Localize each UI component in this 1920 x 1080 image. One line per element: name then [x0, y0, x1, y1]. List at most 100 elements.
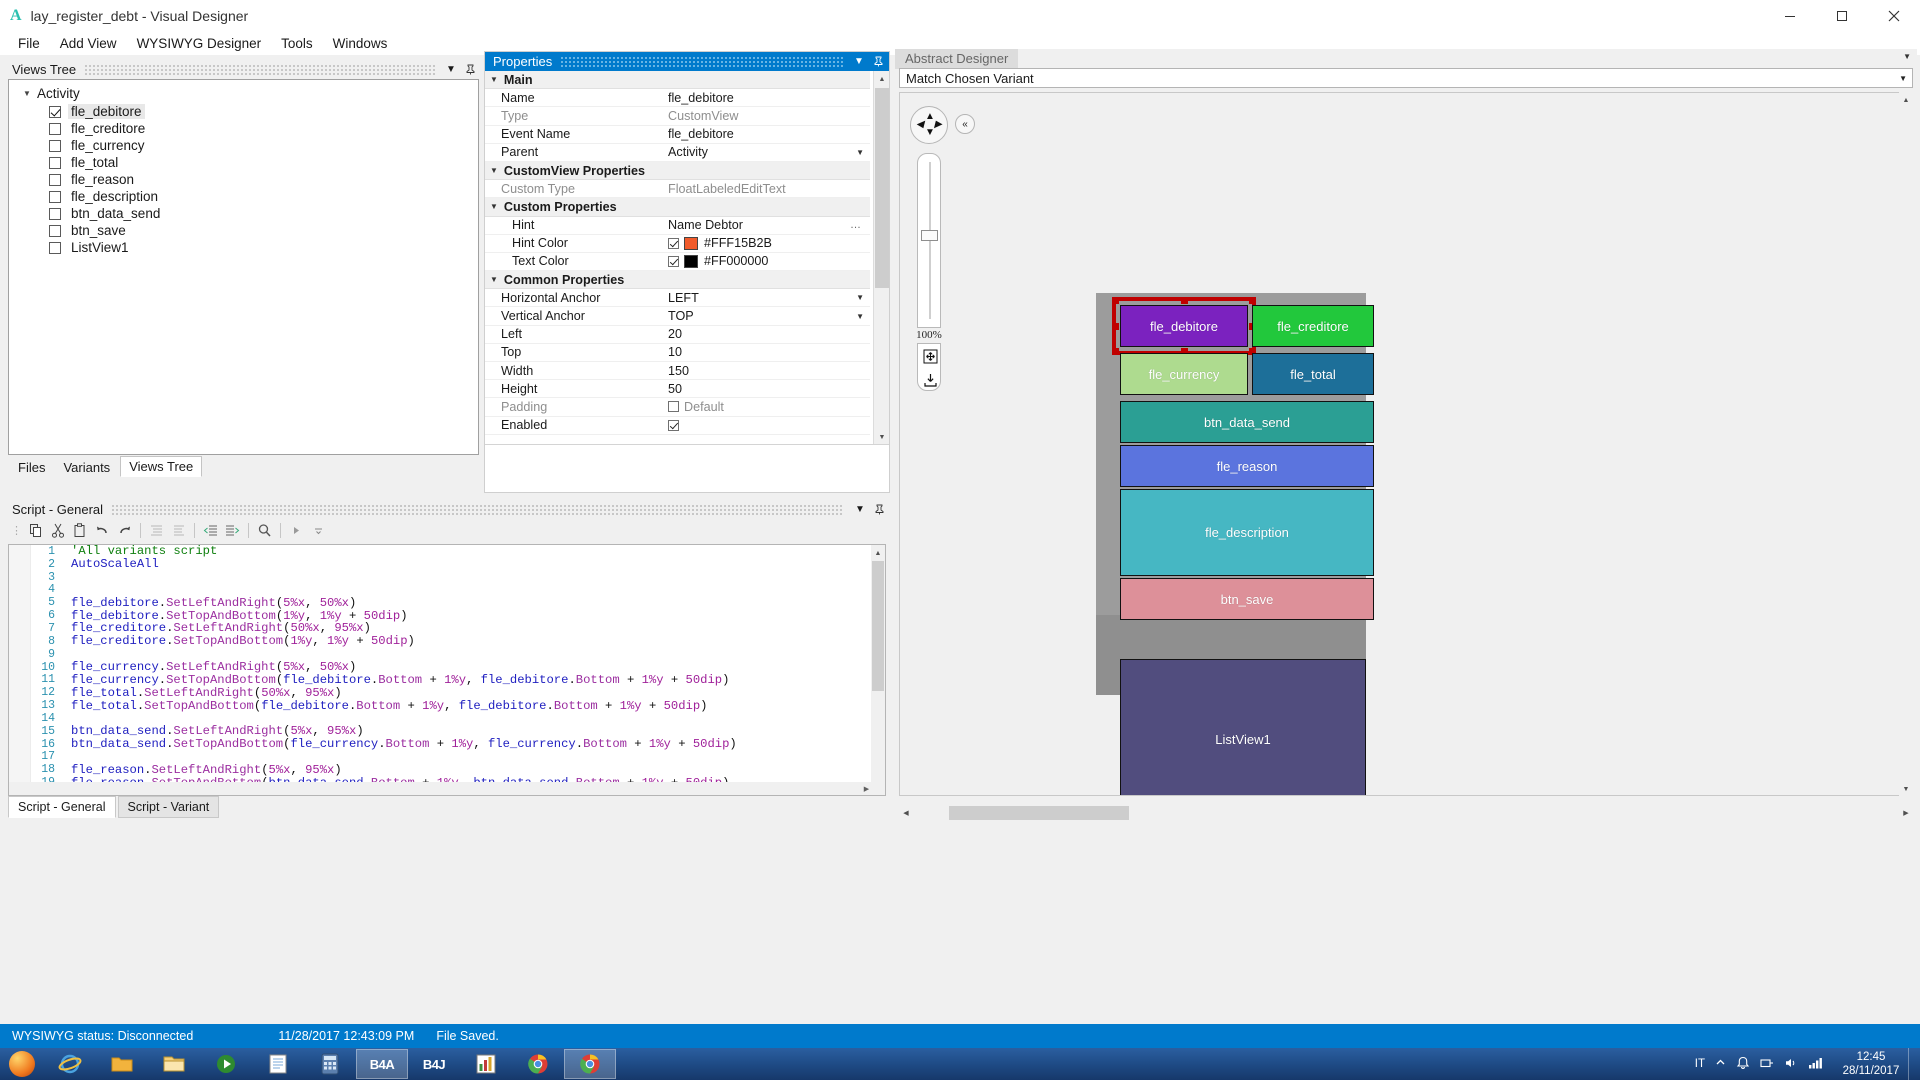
property-category-common-properties[interactable]: ▼Common Properties — [485, 271, 870, 289]
tree-node-btn_data_send[interactable]: btn_data_send — [9, 205, 478, 222]
property-row-hint[interactable]: HintName Debtor… — [485, 217, 870, 235]
scroll-down-icon[interactable]: ▼ — [1899, 782, 1913, 796]
checkbox-fle_reason[interactable] — [49, 174, 61, 186]
ellipsis-button[interactable]: … — [850, 219, 862, 231]
minimize-icon[interactable] — [1764, 0, 1816, 31]
scrollbar-thumb[interactable] — [872, 561, 884, 691]
property-value[interactable]: fle_debitore — [659, 127, 870, 141]
property-row-padding[interactable]: PaddingDefault — [485, 398, 870, 416]
designer-widget-fle_total[interactable]: fle_total — [1252, 353, 1374, 395]
property-value[interactable]: TOP▼ — [659, 309, 870, 323]
paste-icon[interactable] — [70, 520, 91, 540]
checkbox-fle_debitore[interactable] — [49, 106, 61, 118]
property-row-type[interactable]: TypeCustomView — [485, 107, 870, 125]
pin-icon[interactable] — [871, 502, 887, 518]
property-row-vertical-anchor[interactable]: Vertical AnchorTOP▼ — [485, 307, 870, 325]
tree-node-fle_description[interactable]: fle_description — [9, 188, 478, 205]
volume-icon[interactable] — [1784, 1056, 1798, 1073]
tab-views-tree[interactable]: Views Tree — [120, 456, 202, 477]
property-value[interactable]: Name Debtor… — [659, 218, 870, 232]
pin-icon[interactable] — [870, 54, 886, 70]
code-line[interactable]: 5fle_debitore.SetLeftAndRight(5%x, 50%x) — [31, 596, 885, 609]
property-row-text-color[interactable]: Text Color#FF000000 — [485, 253, 870, 271]
close-icon[interactable] — [1868, 0, 1920, 31]
property-value[interactable] — [659, 420, 870, 431]
fit-to-screen-icon[interactable] — [918, 368, 942, 392]
tree-node-fle_currency[interactable]: fle_currency — [9, 137, 478, 154]
code-line[interactable]: 13fle_total.SetTopAndBottom(fle_debitore… — [31, 699, 885, 712]
expand-arrow-icon[interactable]: ▼ — [23, 89, 37, 98]
views-tree-body[interactable]: ▼ Activity fle_debitorefle_creditorefle_… — [8, 79, 479, 455]
undo-icon[interactable] — [92, 520, 113, 540]
property-checkbox[interactable] — [668, 420, 679, 431]
designer-canvas[interactable]: ▲ ▼ ◀ ▶ « 100% fle_debit — [899, 92, 1913, 796]
expand-arrow-icon[interactable]: ▼ — [490, 166, 498, 175]
tab-abstract-designer[interactable]: Abstract Designer — [895, 49, 1018, 69]
indent-icon[interactable] — [222, 520, 243, 540]
file-explorer-icon[interactable] — [148, 1049, 200, 1079]
property-checkbox[interactable] — [668, 401, 679, 412]
scroll-left-icon[interactable]: ◀ — [899, 806, 913, 820]
variant-selector[interactable]: Match Chosen Variant ▼ — [899, 68, 1913, 88]
code-line[interactable]: 8fle_creditore.SetTopAndBottom(1%y, 1%y … — [31, 635, 885, 648]
tray-language[interactable]: IT — [1695, 1058, 1705, 1070]
code-line[interactable]: 14 — [31, 712, 885, 725]
menu-add-view[interactable]: Add View — [50, 33, 127, 54]
checkbox-fle_description[interactable] — [49, 191, 61, 203]
property-row-left[interactable]: Left20 — [485, 326, 870, 344]
checkbox-btn_data_send[interactable] — [49, 208, 61, 220]
designer-widget-btn_data_send[interactable]: btn_data_send — [1120, 401, 1374, 443]
chrome-icon-2[interactable] — [564, 1049, 616, 1079]
color-swatch[interactable] — [684, 237, 698, 250]
zoom-slider-thumb[interactable] — [921, 230, 938, 241]
overflow-icon[interactable] — [308, 520, 329, 540]
zoom-slider[interactable] — [917, 153, 941, 328]
code-line[interactable]: 15btn_data_send.SetLeftAndRight(5%x, 95%… — [31, 725, 885, 738]
designer-horizontal-scrollbar[interactable]: ◀ ▶ — [899, 806, 1913, 820]
code-line[interactable]: 7fle_creditore.SetLeftAndRight(50%x, 95%… — [31, 622, 885, 635]
property-row-enabled[interactable]: Enabled — [485, 417, 870, 435]
designer-widget-ListView1[interactable]: ListView1 — [1120, 659, 1366, 796]
scroll-right-icon[interactable]: ▶ — [860, 782, 873, 795]
code-horizontal-scrollbar[interactable]: ▶ — [9, 782, 873, 795]
property-row-event-name[interactable]: Event Namefle_debitore — [485, 126, 870, 144]
menu-wysiwyg-designer[interactable]: WYSIWYG Designer — [127, 33, 272, 54]
tree-node-btn_save[interactable]: btn_save — [9, 222, 478, 239]
property-row-hint-color[interactable]: Hint Color#FFF15B2B — [485, 235, 870, 253]
property-value[interactable]: #FFF15B2B — [659, 236, 870, 250]
property-row-horizontal-anchor[interactable]: Horizontal AnchorLEFT▼ — [485, 289, 870, 307]
tree-node-fle_debitore[interactable]: fle_debitore — [9, 103, 478, 120]
property-value[interactable]: 50 — [659, 382, 870, 396]
code-line[interactable]: 9 — [31, 648, 885, 661]
chevron-down-icon[interactable]: ▼ — [856, 293, 864, 302]
outdent-icon[interactable] — [200, 520, 221, 540]
property-row-custom-type[interactable]: Custom TypeFloatLabeledEditText — [485, 180, 870, 198]
uncomment-icon[interactable] — [168, 520, 189, 540]
b4j-icon[interactable]: B4J — [408, 1049, 460, 1079]
expand-arrow-icon[interactable]: ▼ — [490, 275, 498, 284]
toolbar-grip[interactable]: ⋮ — [8, 524, 25, 537]
run-icon[interactable] — [286, 520, 307, 540]
scroll-up-icon[interactable]: ▲ — [871, 545, 885, 561]
chevron-down-icon[interactable]: ▼ — [1899, 74, 1907, 83]
tab-variants[interactable]: Variants — [55, 458, 118, 477]
media-player-icon[interactable] — [200, 1049, 252, 1079]
property-value[interactable]: FloatLabeledEditText — [659, 182, 870, 196]
tree-node-fle_total[interactable]: fle_total — [9, 154, 478, 171]
calculator-icon[interactable] — [304, 1049, 356, 1079]
property-value[interactable]: 10 — [659, 345, 870, 359]
chevron-down-icon[interactable]: ▼ — [856, 148, 864, 157]
expand-arrow-icon[interactable]: ▼ — [490, 202, 498, 211]
property-value[interactable]: CustomView — [659, 109, 870, 123]
search-icon[interactable] — [254, 520, 275, 540]
tree-root-activity[interactable]: ▼ Activity — [9, 84, 478, 103]
action-center-icon[interactable] — [1736, 1056, 1750, 1073]
menu-windows[interactable]: Windows — [323, 33, 398, 54]
checkbox-btn_save[interactable] — [49, 225, 61, 237]
internet-explorer-icon[interactable] — [44, 1049, 96, 1079]
folder-icon[interactable] — [96, 1049, 148, 1079]
scrollbar-thumb[interactable] — [875, 88, 889, 288]
property-value[interactable]: Default — [659, 400, 870, 414]
code-editor[interactable]: 1'All variants script2AutoScaleAll345fle… — [8, 544, 886, 796]
designer-widget-fle_reason[interactable]: fle_reason — [1120, 445, 1374, 487]
